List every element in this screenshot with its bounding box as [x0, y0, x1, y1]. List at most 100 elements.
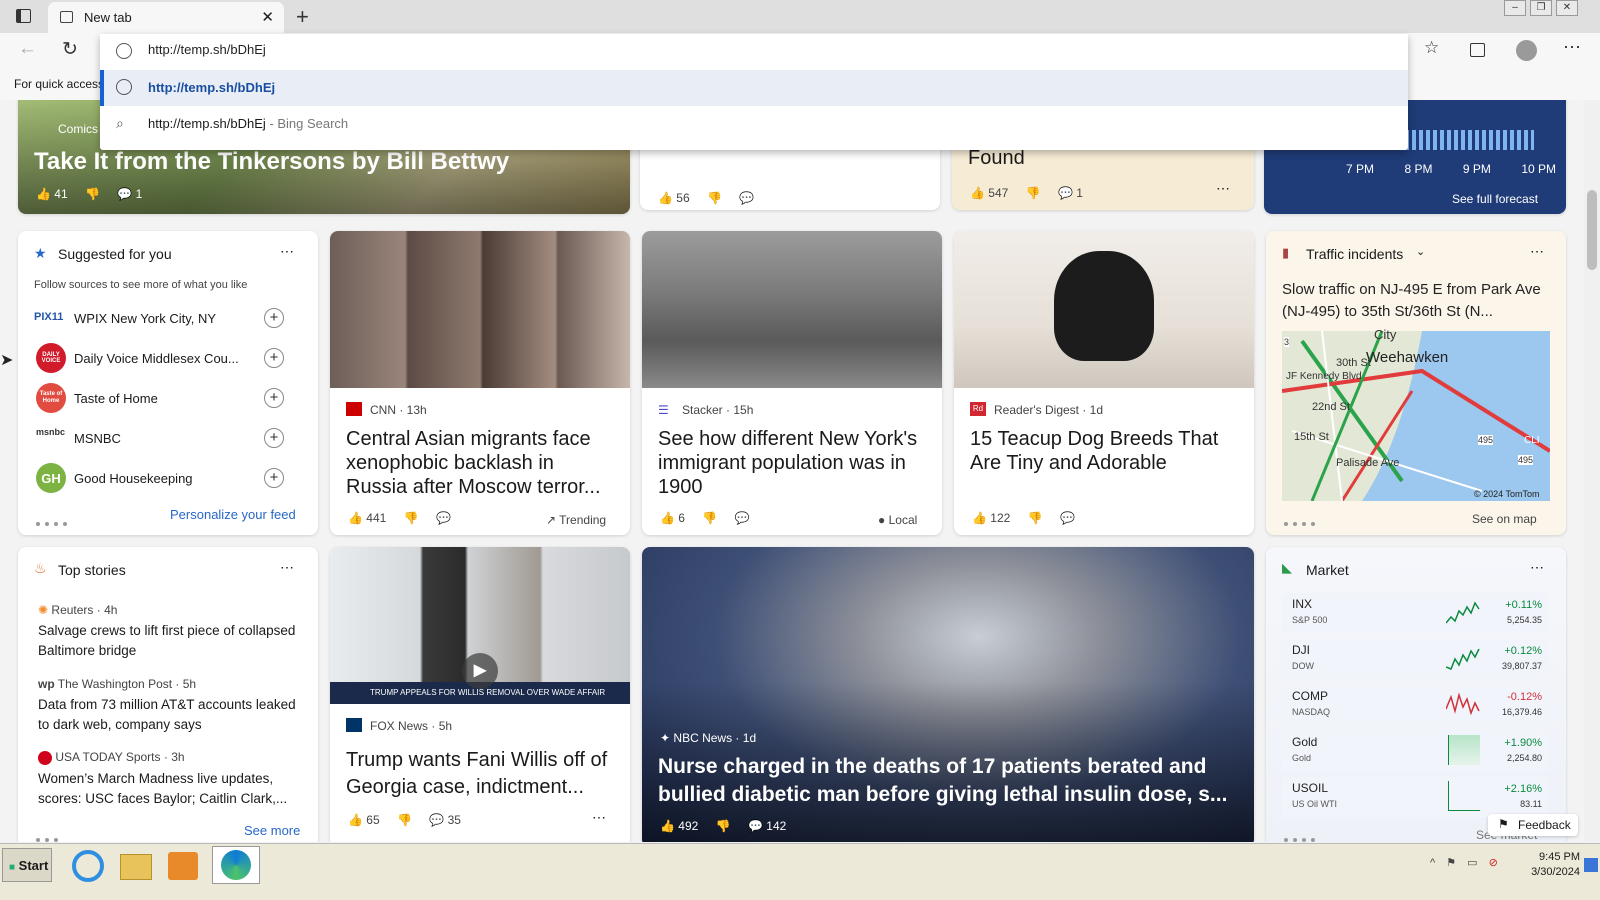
suggestion-search[interactable]: ⌕ http://temp.sh/bDhEj - Bing Search — [100, 106, 1408, 142]
like-icon[interactable]: 👍 — [660, 511, 675, 525]
carousel-dots[interactable] — [36, 829, 63, 842]
source-row[interactable]: Taste of Home Taste of Home + — [34, 381, 296, 415]
carousel-dots[interactable] — [1284, 829, 1320, 842]
article-card[interactable]: ☰ Stacker · 15h See how different New Yo… — [642, 231, 942, 535]
like-icon[interactable]: 👍 — [972, 511, 987, 525]
market-row[interactable]: COMP NASDAQ -0.12% 16,379.46 — [1282, 685, 1548, 725]
follow-button[interactable]: + — [264, 308, 284, 328]
address-input-row[interactable] — [100, 34, 1408, 70]
traffic-title[interactable]: Traffic incidents — [1306, 246, 1403, 262]
follow-button[interactable]: + — [264, 468, 284, 488]
market-row[interactable]: Gold Gold +1.90% 2,254.80 — [1282, 731, 1548, 771]
like-icon[interactable]: 👍 — [660, 819, 675, 833]
like-icon[interactable]: 👍 — [970, 186, 985, 200]
source-row[interactable]: GH Good Housekeeping + — [34, 461, 296, 495]
see-on-map-link[interactable]: See on map — [1472, 512, 1537, 526]
comment-icon[interactable]: 💬 — [748, 819, 763, 833]
dislike-icon[interactable]: 👎 — [702, 511, 717, 525]
like-icon[interactable]: 👍 — [36, 187, 51, 201]
follow-button[interactable]: + — [264, 348, 284, 368]
story-headline[interactable]: Women’s March Madness live updates, scor… — [38, 769, 304, 809]
vertical-scrollbar[interactable] — [1584, 100, 1600, 842]
article-headline[interactable]: Trump wants Fani Willis off of Georgia c… — [346, 747, 618, 801]
source-row[interactable]: msnbc MSNBC + — [34, 421, 296, 455]
dislike-icon[interactable]: 👎 — [1028, 511, 1043, 525]
comment-icon[interactable]: 💬 — [429, 813, 444, 827]
more-options-icon[interactable]: ⋯ — [592, 809, 606, 826]
new-tab-button[interactable]: + — [296, 4, 309, 30]
profile-avatar[interactable] — [1516, 40, 1537, 61]
more-menu-icon[interactable]: ⋯ — [1563, 37, 1581, 58]
dislike-icon[interactable]: 👎 — [397, 813, 412, 827]
article-headline[interactable]: See how different New York's immigrant p… — [658, 427, 930, 499]
more-options-icon[interactable]: ⋯ — [1216, 180, 1230, 197]
like-icon[interactable]: 👍 — [348, 511, 363, 525]
market-row[interactable]: DJI DOW +0.12% 39,807.37 — [1282, 639, 1548, 679]
more-options-icon[interactable]: ⋯ — [1530, 243, 1544, 260]
like-icon[interactable]: 👍 — [348, 813, 363, 827]
close-window-button[interactable]: ✕ — [1556, 0, 1578, 16]
carousel-dots[interactable] — [36, 513, 72, 531]
more-options-icon[interactable]: ⋯ — [280, 559, 294, 576]
see-more-link[interactable]: See more — [244, 823, 300, 838]
carousel-dots[interactable] — [1284, 513, 1320, 531]
back-icon[interactable]: ← — [18, 38, 37, 60]
close-tab-icon[interactable]: ✕ — [261, 8, 274, 26]
market-row[interactable]: USOIL US Oil WTI +2.16% 83.11 — [1282, 777, 1548, 817]
comics-headline[interactable]: Take It from the Tinkersons by Bill Bett… — [34, 148, 509, 176]
article-card[interactable]: Rd Reader's Digest · 1d 15 Teacup Dog Br… — [954, 231, 1254, 535]
favorites-star-icon[interactable]: ☆ — [1424, 38, 1439, 58]
comment-off-icon[interactable]: 💬 — [436, 511, 451, 525]
clock[interactable]: 9:45 PM 3/30/2024 — [1524, 850, 1580, 880]
source-row[interactable]: PIX11 WPIX New York City, NY + — [34, 301, 296, 335]
follow-button[interactable]: + — [264, 388, 284, 408]
comment-icon[interactable]: 💬 — [1060, 511, 1075, 525]
story-item[interactable]: ✺ Reuters · 4h Salvage crews to lift fir… — [38, 603, 304, 661]
story-item[interactable]: USA TODAY Sports · 3h Women’s March Madn… — [38, 750, 304, 809]
comment-icon[interactable]: 💬 — [739, 191, 754, 205]
internet-explorer-icon[interactable] — [72, 850, 104, 882]
show-desktop-button[interactable] — [1584, 858, 1598, 872]
network-icon[interactable]: ▭ — [1467, 857, 1477, 869]
traffic-text[interactable]: Slow traffic on NJ-495 E from Park Ave (… — [1282, 279, 1554, 323]
featured-article-card[interactable]: ✦ NBC News · 1d Nurse charged in the dea… — [642, 547, 1254, 842]
article-card[interactable]: CNN · 13h Central Asian migrants face xe… — [330, 231, 630, 535]
story-item[interactable]: wp The Washington Post · 5h Data from 73… — [38, 677, 304, 735]
story-headline[interactable]: Data from 73 million AT&T accounts leake… — [38, 695, 304, 735]
story-headline[interactable]: Salvage crews to lift first piece of col… — [38, 621, 304, 661]
restore-button[interactable]: ❐ — [1530, 0, 1552, 16]
chevron-down-icon[interactable]: ⌄ — [1416, 245, 1425, 258]
comment-icon[interactable]: 💬 — [117, 187, 132, 201]
volume-muted-icon[interactable]: ⊘ — [1489, 857, 1498, 869]
dislike-icon[interactable]: 👎 — [404, 511, 419, 525]
tab-actions-icon[interactable] — [16, 9, 31, 23]
start-button[interactable]: ■ Start — [2, 848, 52, 882]
dislike-icon[interactable]: 👎 — [85, 187, 100, 201]
play-icon[interactable]: ▶ — [462, 653, 498, 689]
address-input[interactable] — [148, 42, 748, 57]
collections-icon[interactable] — [1470, 43, 1485, 57]
scroll-thumb[interactable] — [1587, 190, 1597, 270]
minimize-button[interactable]: – — [1504, 0, 1526, 16]
see-forecast-link[interactable]: See full forecast — [1452, 192, 1538, 206]
personalize-feed-link[interactable]: Personalize your feed — [170, 507, 296, 522]
source-row[interactable]: DAILY VOICE Daily Voice Middlesex Cou...… — [34, 341, 296, 375]
tray-chevron-icon[interactable]: ^ — [1430, 857, 1435, 869]
flag-icon[interactable]: ⚑ — [1446, 857, 1456, 869]
suggestion-url[interactable]: http://temp.sh/bDhEj — [100, 70, 1408, 106]
video-article-card[interactable]: TRUMP APPEALS FOR WILLIS REMOVAL OVER WA… — [330, 547, 630, 842]
dislike-icon[interactable]: 👎 — [707, 191, 722, 205]
more-options-icon[interactable]: ⋯ — [1530, 559, 1544, 576]
refresh-icon[interactable]: ↻ — [62, 38, 78, 61]
file-explorer-icon[interactable] — [120, 854, 152, 880]
article-headline[interactable]: Nurse charged in the deaths of 17 patien… — [658, 753, 1238, 809]
like-icon[interactable]: 👍 — [658, 191, 673, 205]
feedback-button[interactable]: ⚑ Feedback — [1488, 814, 1578, 836]
comment-icon[interactable]: 💬 — [735, 511, 750, 525]
follow-button[interactable]: + — [264, 428, 284, 448]
market-row[interactable]: INX S&P 500 +0.11% 5,254.35 — [1282, 593, 1548, 633]
more-options-icon[interactable]: ⋯ — [280, 243, 294, 260]
dislike-icon[interactable]: 👎 — [1026, 186, 1041, 200]
media-player-icon[interactable] — [168, 852, 198, 880]
comment-icon[interactable]: 💬 — [1058, 186, 1073, 200]
